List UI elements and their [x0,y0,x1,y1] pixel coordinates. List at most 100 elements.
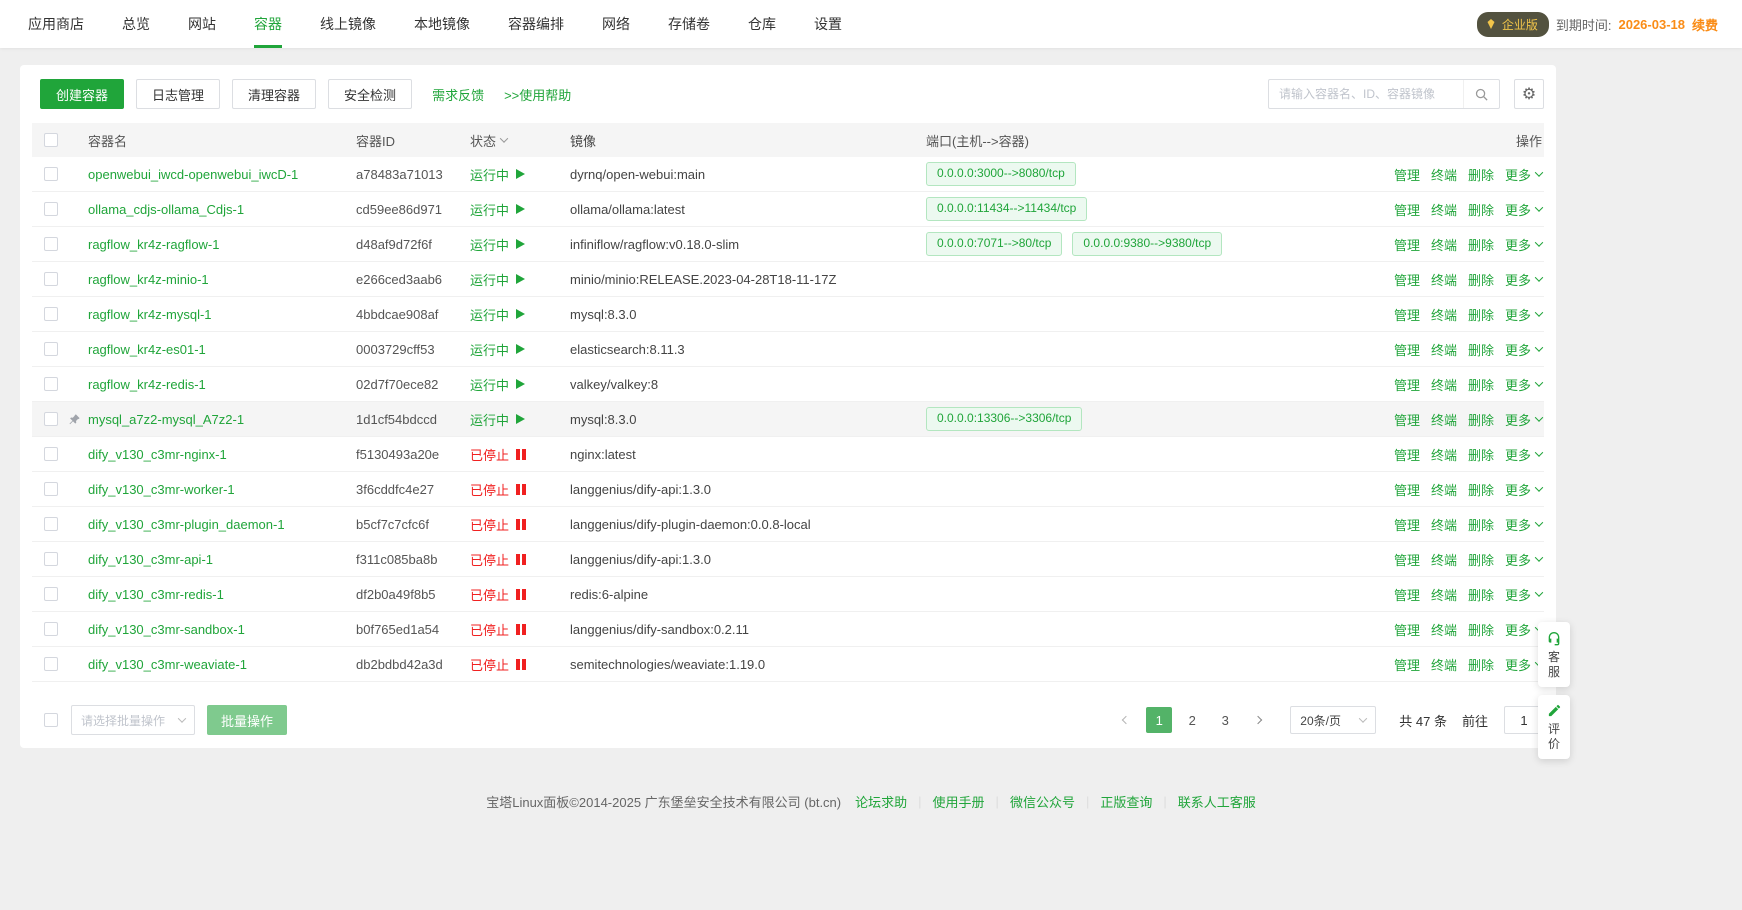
container-name-link[interactable]: dify_v130_c3mr-sandbox-1 [88,622,245,637]
manage-link[interactable]: 管理 [1394,305,1420,324]
nav-item-compose[interactable]: 容器编排 [508,0,564,48]
row-checkbox[interactable] [44,657,58,671]
delete-link[interactable]: 删除 [1468,340,1494,359]
footer-link-wechat[interactable]: 微信公众号 [1010,792,1075,811]
more-link[interactable]: 更多 [1505,235,1542,254]
manage-link[interactable]: 管理 [1394,375,1420,394]
more-link[interactable]: 更多 [1505,690,1542,693]
row-checkbox[interactable] [44,272,58,286]
nav-item-app-store[interactable]: 应用商店 [28,0,84,48]
more-link[interactable]: 更多 [1505,340,1542,359]
terminal-link[interactable]: 终端 [1431,515,1457,534]
container-name-link[interactable]: dify_v130_c3mr-plugin_daemon-1 [88,517,285,532]
more-link[interactable]: 更多 [1505,200,1542,219]
delete-link[interactable]: 删除 [1468,410,1494,429]
container-name-link[interactable]: ragflow_kr4z-redis-1 [88,377,206,392]
log-manage-button[interactable]: 日志管理 [136,79,220,109]
row-checkbox[interactable] [44,517,58,531]
manage-link[interactable]: 管理 [1394,550,1420,569]
more-link[interactable]: 更多 [1505,480,1542,499]
manage-link[interactable]: 管理 [1394,480,1420,499]
nav-item-registry[interactable]: 仓库 [748,0,776,48]
page-button-1[interactable]: 1 [1146,707,1172,733]
terminal-link[interactable]: 终端 [1431,340,1457,359]
page-size-select[interactable]: 20条/页 [1290,706,1376,734]
feedback-link[interactable]: 需求反馈 [432,85,484,104]
more-link[interactable]: 更多 [1505,375,1542,394]
row-checkbox[interactable] [44,342,58,356]
nav-item-local-images[interactable]: 本地镜像 [414,0,470,48]
row-checkbox[interactable] [44,237,58,251]
row-checkbox[interactable] [44,167,58,181]
more-link[interactable]: 更多 [1505,165,1542,184]
more-link[interactable]: 更多 [1505,515,1542,534]
row-checkbox[interactable] [44,447,58,461]
more-link[interactable]: 更多 [1505,410,1542,429]
terminal-link[interactable]: 终端 [1431,270,1457,289]
terminal-link[interactable]: 终端 [1431,375,1457,394]
search-input[interactable] [1269,80,1463,108]
manage-link[interactable]: 管理 [1394,410,1420,429]
row-checkbox[interactable] [44,482,58,496]
row-checkbox[interactable] [44,622,58,636]
container-name-link[interactable]: ragflow_kr4z-ragflow-1 [88,237,220,252]
create-container-button[interactable]: 创建容器 [40,79,124,109]
more-link[interactable]: 更多 [1505,550,1542,569]
container-name-link[interactable]: dify_v130_c3mr-redis-1 [88,587,224,602]
container-name-link[interactable]: ollama_cdjs-ollama_Cdjs-1 [88,202,244,217]
nav-item-network[interactable]: 网络 [602,0,630,48]
delete-link[interactable]: 删除 [1468,445,1494,464]
manage-link[interactable]: 管理 [1394,235,1420,254]
terminal-link[interactable]: 终端 [1431,585,1457,604]
row-checkbox[interactable] [44,587,58,601]
terminal-link[interactable]: 终端 [1431,550,1457,569]
help-link[interactable]: >>使用帮助 [504,85,571,104]
delete-link[interactable]: 删除 [1468,690,1494,693]
row-checkbox[interactable] [44,307,58,321]
container-name-link[interactable]: ragflow_kr4z-minio-1 [88,272,209,287]
footer-link-license-check[interactable]: 正版查询 [1100,792,1152,811]
security-check-button[interactable]: 安全检测 [328,79,412,109]
select-all-checkbox[interactable] [44,133,58,147]
settings-button[interactable]: ⚙ [1514,79,1544,109]
manage-link[interactable]: 管理 [1394,515,1420,534]
container-name-link[interactable]: dify_v130_c3mr-worker-1 [88,482,235,497]
more-link[interactable]: 更多 [1505,585,1542,604]
more-link[interactable]: 更多 [1505,655,1542,674]
prev-page-button[interactable] [1113,707,1139,733]
more-link[interactable]: 更多 [1505,270,1542,289]
terminal-link[interactable]: 终端 [1431,445,1457,464]
batch-action-select[interactable]: 请选择批量操作 [71,705,195,735]
delete-link[interactable]: 删除 [1468,585,1494,604]
next-page-button[interactable] [1245,707,1271,733]
manage-link[interactable]: 管理 [1394,165,1420,184]
row-checkbox[interactable] [44,377,58,391]
container-name-link[interactable]: dify_v130_c3mr-… [88,692,197,693]
manage-link[interactable]: 管理 [1394,340,1420,359]
footer-link-support[interactable]: 联系人工客服 [1178,792,1256,811]
row-checkbox[interactable] [44,202,58,216]
renew-link[interactable]: 续费 [1692,15,1718,34]
container-name-link[interactable]: dify_v130_c3mr-weaviate-1 [88,657,247,672]
customer-service-button[interactable]: 客服 [1538,622,1570,687]
clean-container-button[interactable]: 清理容器 [232,79,316,109]
batch-select-all-checkbox[interactable] [44,713,58,727]
nav-item-containers[interactable]: 容器 [254,0,282,48]
delete-link[interactable]: 删除 [1468,515,1494,534]
manage-link[interactable]: 管理 [1394,270,1420,289]
page-button-3[interactable]: 3 [1212,707,1238,733]
search-button[interactable] [1463,80,1499,108]
manage-link[interactable]: 管理 [1394,655,1420,674]
nav-item-settings[interactable]: 设置 [814,0,842,48]
nav-item-website[interactable]: 网站 [188,0,216,48]
delete-link[interactable]: 删除 [1468,375,1494,394]
review-button[interactable]: 评价 [1538,695,1570,759]
more-link[interactable]: 更多 [1505,445,1542,464]
terminal-link[interactable]: 终端 [1431,655,1457,674]
footer-link-manual[interactable]: 使用手册 [933,792,985,811]
delete-link[interactable]: 删除 [1468,655,1494,674]
more-link[interactable]: 更多 [1505,620,1542,639]
manage-link[interactable]: 管理 [1394,620,1420,639]
row-checkbox[interactable] [44,552,58,566]
delete-link[interactable]: 删除 [1468,165,1494,184]
